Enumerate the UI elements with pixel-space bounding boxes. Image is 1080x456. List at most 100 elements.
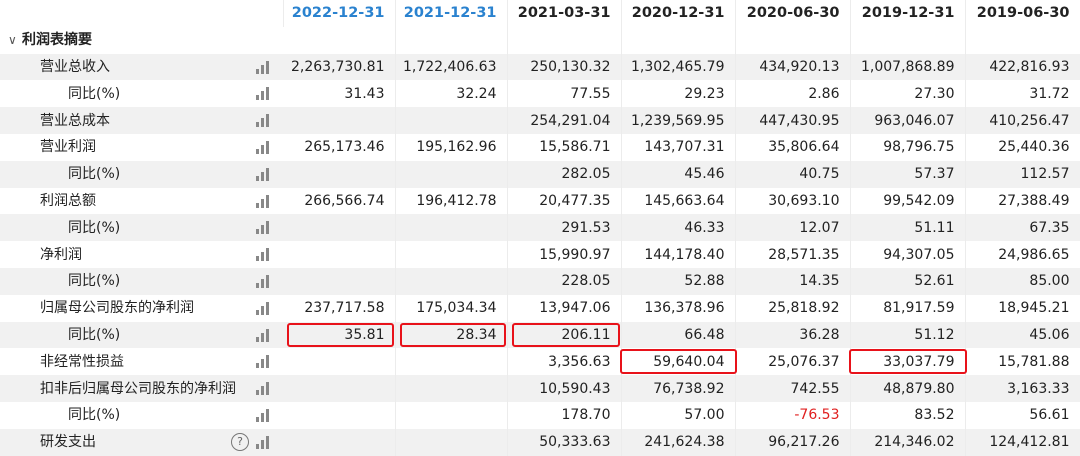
value-cell: 3,356.63	[507, 348, 622, 376]
bar-chart-icon[interactable]	[256, 140, 271, 154]
bar-chart-icon[interactable]	[256, 435, 271, 449]
value-cell: 76,738.92	[621, 375, 736, 402]
value-cell	[395, 401, 508, 429]
bar-chart-icon[interactable]	[256, 194, 271, 208]
value-cell: 96,217.26	[735, 428, 851, 456]
table-row[interactable]: 同比(%) 228.05 52.88 14.35 52.61 85.00	[0, 267, 1080, 295]
table-row[interactable]: 扣非后归属母公司股东的净利润 10,590.43 76,738.92 742.55 48…	[0, 375, 1080, 402]
value-cell: 291.53	[507, 214, 622, 242]
row-label: 非经常性损益	[40, 353, 124, 370]
value-cell: 50,333.63	[507, 428, 622, 456]
table-row[interactable]: 利润总额 266,566.74 196,412.78 20,477.35 145,663…	[0, 187, 1080, 215]
value-cell: 48,879.80	[850, 375, 966, 402]
value-cell: 434,920.13	[735, 53, 851, 81]
value-cell: 46.33	[621, 214, 736, 242]
table-row[interactable]: 同比(%) 291.53 46.33 12.07 51.11 67.35	[0, 214, 1080, 242]
row-label: 同比(%)	[68, 219, 121, 236]
column-header-2021-12-31[interactable]: 2021-12-31	[395, 0, 508, 27]
value-cell: 81,917.59	[850, 294, 966, 322]
row-label-cell: 研发支出?	[0, 428, 283, 456]
column-header-2019-06-30[interactable]: 2019-06-30	[965, 0, 1080, 27]
value-cell: 124,412.81	[965, 428, 1080, 456]
value-cell: 1,007,868.89	[850, 53, 966, 81]
bar-chart-icon[interactable]	[256, 355, 271, 369]
value-cell: 422,816.93	[965, 53, 1080, 81]
column-header-2020-06-30[interactable]: 2020-06-30	[735, 0, 851, 27]
value-cell: 57.37	[850, 160, 966, 188]
bar-chart-icon[interactable]	[256, 167, 271, 181]
value-cell: 57.00	[621, 401, 736, 429]
table-row[interactable]: 营业总收入 2,263,730.81 1,722,406.63 250,130.32 1…	[0, 53, 1080, 81]
value-cell	[395, 241, 508, 268]
table-row[interactable]: 同比(%) 35.81 28.34 206.11 66.48 36.28 51.12 45.0…	[0, 321, 1080, 349]
row-label: 利润总额	[40, 192, 96, 209]
help-circle-icon[interactable]: ?	[231, 432, 249, 451]
section-header[interactable]: ∨ 利润表摘要	[0, 26, 283, 54]
table-row[interactable]: 同比(%) 282.05 45.46 40.75 57.37 112.57	[0, 160, 1080, 188]
bar-chart-icon[interactable]	[256, 248, 271, 262]
value-cell: 56.61	[965, 401, 1080, 429]
row-label-cell: 营业总成本	[0, 107, 283, 134]
value-cell: 36.28	[735, 321, 851, 349]
value-cell	[283, 375, 396, 402]
column-header-2021-03-31[interactable]: 2021-03-31	[507, 0, 622, 27]
row-label: 同比(%)	[68, 166, 121, 183]
value-cell: 136,378.96	[621, 294, 736, 322]
row-label-cell: 净利润	[0, 241, 283, 268]
table-row[interactable]: 非经常性损益 3,356.63 59,640.04 25,076.37 33,037.7…	[0, 348, 1080, 376]
row-label-cell: 同比(%)	[0, 267, 283, 295]
value-cell: 30,693.10	[735, 187, 851, 215]
value-cell: 178.70	[507, 401, 622, 429]
table-row[interactable]: 净利润 15,990.97 144,178.40 28,571.35 94,307.05…	[0, 241, 1080, 268]
value-cell	[283, 160, 396, 188]
bar-chart-icon[interactable]	[256, 87, 271, 101]
value-cell: 25,440.36	[965, 133, 1080, 161]
row-label-cell: 同比(%)	[0, 321, 283, 349]
header-row: 2022-12-31 2021-12-31 2021-03-31 2020-12-31…	[0, 0, 1080, 27]
bar-chart-icon[interactable]	[256, 221, 271, 235]
bar-chart-icon[interactable]	[256, 408, 271, 422]
bar-chart-icon[interactable]	[256, 114, 271, 128]
value-cell	[283, 241, 396, 268]
value-cell	[283, 267, 396, 295]
bar-chart-icon[interactable]	[256, 328, 271, 342]
value-cell: 10,590.43	[507, 375, 622, 402]
value-cell: 237,717.58	[283, 294, 396, 322]
value-cell: 196,412.78	[395, 187, 508, 215]
value-cell: 1,722,406.63	[395, 53, 508, 81]
column-header-2019-12-31[interactable]: 2019-12-31	[850, 0, 966, 27]
table-row[interactable]: 营业利润 265,173.46 195,162.96 15,586.71 143,707…	[0, 133, 1080, 161]
table-row[interactable]: 营业总成本 254,291.04 1,239,569.95 447,430.95 963…	[0, 107, 1080, 134]
row-label-cell: 非经常性损益	[0, 348, 283, 376]
bar-chart-icon[interactable]	[256, 60, 271, 74]
column-header-2022-12-31[interactable]: 2022-12-31	[283, 0, 396, 27]
value-cell: 265,173.46	[283, 133, 396, 161]
table-row[interactable]: 同比(%) 31.43 32.24 77.55 29.23 2.86 27.30 31.72	[0, 80, 1080, 108]
value-cell: 18,945.21	[965, 294, 1080, 322]
value-cell: 85.00	[965, 267, 1080, 295]
section-label: 利润表摘要	[22, 32, 92, 49]
value-cell: 1,302,465.79	[621, 53, 736, 81]
value-cell: 77.55	[507, 80, 622, 108]
chevron-down-icon[interactable]: ∨	[8, 27, 18, 53]
row-label: 净利润	[40, 246, 82, 263]
value-cell: 2.86	[735, 80, 851, 108]
column-header-2020-12-31[interactable]: 2020-12-31	[621, 0, 736, 27]
table-row[interactable]: 研发支出? 50,333.63 241,624.38 96,217.26 214,346…	[0, 428, 1080, 456]
table-row[interactable]: 同比(%) 178.70 57.00 -76.53 83.52 56.61	[0, 401, 1080, 429]
bar-chart-icon[interactable]	[256, 274, 271, 288]
section-row[interactable]: ∨ 利润表摘要	[0, 26, 1080, 54]
value-cell: 12.07	[735, 214, 851, 242]
bar-chart-icon[interactable]	[256, 382, 271, 396]
value-cell: 25,076.37	[735, 348, 851, 376]
value-cell: 51.11	[850, 214, 966, 242]
table-row[interactable]: 归属母公司股东的净利润 237,717.58 175,034.34 13,947.06…	[0, 294, 1080, 322]
highlighted-value-cell: 33,037.79	[848, 348, 966, 376]
value-cell: 31.72	[965, 80, 1080, 108]
bar-chart-icon[interactable]	[256, 301, 271, 315]
value-cell: 742.55	[735, 375, 851, 402]
value-cell: 175,034.34	[395, 294, 508, 322]
row-label: 营业利润	[40, 139, 96, 156]
value-cell: 67.35	[965, 214, 1080, 242]
value-cell: 52.88	[621, 267, 736, 295]
